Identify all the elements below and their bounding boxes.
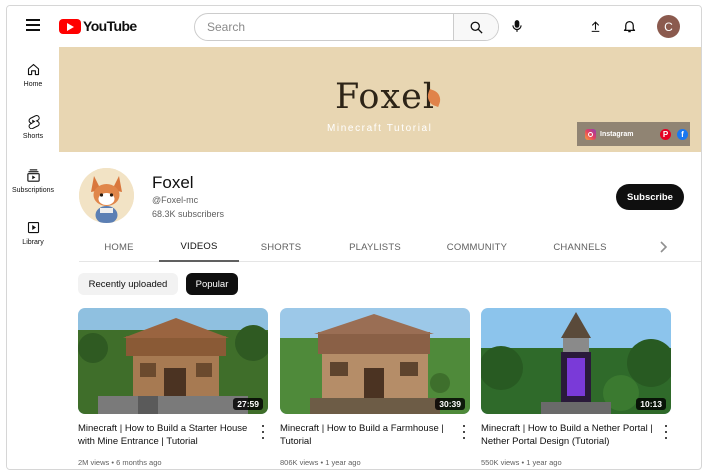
subscribe-button[interactable]: Subscribe xyxy=(616,184,684,210)
video-meta: 806K views • 1 year ago xyxy=(280,458,361,467)
user-avatar[interactable]: C xyxy=(657,15,680,38)
tab-channels[interactable]: CHANNELS xyxy=(537,232,623,262)
video-duration: 10:13 xyxy=(636,398,666,410)
banner-title: Foxel xyxy=(335,77,436,117)
instagram-link[interactable]: Instagram xyxy=(600,131,652,138)
fox-mascot-icon xyxy=(79,168,134,223)
sidebar-item-subscriptions[interactable]: Subscriptions xyxy=(7,168,59,194)
video-thumbnail[interactable]: 27:59 xyxy=(78,308,268,414)
instagram-icon[interactable] xyxy=(585,128,596,140)
video-views: 2M views xyxy=(78,458,110,467)
sidebar-item-label: Subscriptions xyxy=(11,187,55,194)
video-age: 1 year ago xyxy=(325,458,361,467)
top-bar: YouTube C xyxy=(7,6,701,47)
video-title[interactable]: Minecraft | How to Build a Farmhouse | T… xyxy=(280,423,455,448)
video-title[interactable]: Minecraft | How to Build a Starter House… xyxy=(78,423,253,448)
facebook-icon[interactable]: f xyxy=(677,128,688,140)
subscriber-count: 68.3K subscribers xyxy=(152,209,225,219)
video-thumbnail[interactable]: 30:39 xyxy=(280,308,470,414)
more-options-icon[interactable] xyxy=(662,425,670,439)
search-box xyxy=(194,13,499,41)
tab-community[interactable]: COMMUNITY xyxy=(429,232,525,262)
video-meta: 2M views • 6 months ago xyxy=(78,458,162,467)
youtube-logo[interactable]: YouTube xyxy=(59,18,137,34)
subscriptions-icon xyxy=(26,169,40,182)
sidebar-item-library[interactable]: Library xyxy=(7,220,59,246)
video-views: 806K views xyxy=(280,458,319,467)
channel-avatar[interactable] xyxy=(79,168,134,223)
mini-sidebar: Home Shorts Subscriptions Library xyxy=(7,47,59,469)
meta-separator: • xyxy=(320,458,324,467)
search-button[interactable] xyxy=(453,14,498,40)
sidebar-item-label: Library xyxy=(22,239,44,246)
more-options-icon[interactable] xyxy=(460,425,468,439)
channel-handle: @Foxel-mc xyxy=(152,195,199,205)
chip-recently-uploaded[interactable]: Recently uploaded xyxy=(78,273,178,295)
library-icon xyxy=(27,221,39,234)
tab-shorts[interactable]: SHORTS xyxy=(245,232,317,262)
video-duration: 27:59 xyxy=(233,398,263,410)
video-title[interactable]: Minecraft | How to Build a Nether Portal… xyxy=(481,423,656,448)
microphone-icon xyxy=(512,20,522,32)
channel-banner: Foxel Minecraft Tutorial Instagram P f xyxy=(59,47,701,152)
chip-popular[interactable]: Popular xyxy=(186,273,238,295)
more-options-icon[interactable] xyxy=(259,425,267,439)
video-age: 1 year ago xyxy=(526,458,562,467)
pinterest-icon[interactable]: P xyxy=(660,128,671,140)
banner-subtitle: Minecraft Tutorial xyxy=(327,123,433,134)
sidebar-item-home[interactable]: Home xyxy=(7,62,59,88)
meta-separator: • xyxy=(111,458,114,467)
bell-icon xyxy=(623,21,635,33)
menu-icon[interactable] xyxy=(26,19,40,31)
shorts-icon xyxy=(28,115,40,129)
tab-videos[interactable]: VIDEOS xyxy=(159,232,239,262)
video-age: 6 months ago xyxy=(116,458,162,467)
channel-tabs: HOME VIDEOS SHORTS PLAYLISTS COMMUNITY C… xyxy=(79,232,701,262)
channel-name: Foxel xyxy=(152,173,194,192)
chevron-right-icon[interactable] xyxy=(657,240,669,254)
tab-home[interactable]: HOME xyxy=(79,232,159,262)
sidebar-item-label: Home xyxy=(23,81,43,88)
video-views: 550K views xyxy=(481,458,520,467)
voice-search-button[interactable] xyxy=(507,16,527,36)
youtube-wordmark: YouTube xyxy=(83,18,137,34)
video-duration: 30:39 xyxy=(435,398,465,410)
home-icon xyxy=(27,63,39,76)
search-input[interactable] xyxy=(195,14,453,40)
sidebar-item-shorts[interactable]: Shorts xyxy=(7,114,59,140)
meta-separator: • xyxy=(521,458,525,467)
banner-social-links: Instagram P f xyxy=(577,122,690,146)
create-button[interactable] xyxy=(585,16,605,36)
notifications-button[interactable] xyxy=(619,16,639,36)
upload-icon xyxy=(591,20,599,32)
video-thumbnail[interactable]: 10:13 xyxy=(481,308,671,414)
search-icon xyxy=(470,21,483,34)
youtube-window: YouTube C Home Shorts Subs xyxy=(6,5,702,470)
video-meta: 550K views • 1 year ago xyxy=(481,458,562,467)
youtube-play-icon xyxy=(59,18,81,34)
sidebar-item-label: Shorts xyxy=(22,133,44,140)
tab-playlists[interactable]: PLAYLISTS xyxy=(333,232,417,262)
